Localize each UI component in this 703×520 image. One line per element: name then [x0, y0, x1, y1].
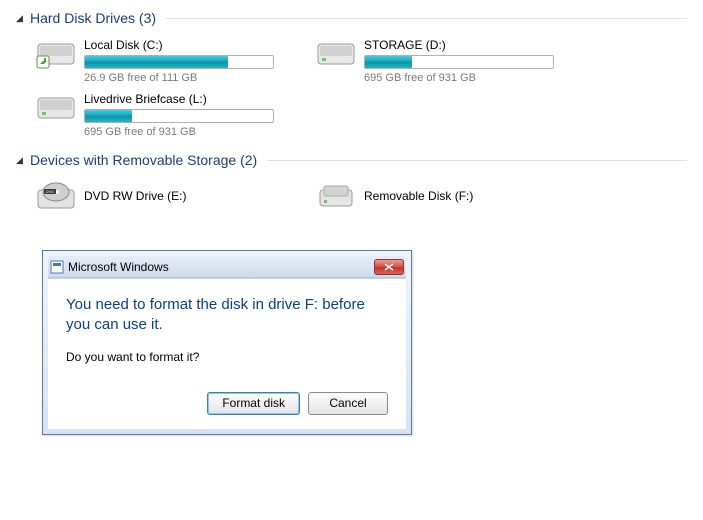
- capacity-bar: [84, 109, 274, 123]
- removable-drives-list: DVD DVD RW Drive (E:) Removable Disk (F:…: [36, 176, 687, 216]
- removable-disk-icon: [316, 180, 356, 212]
- hdd-drives-list: Local Disk (C:) 26.9 GB free of 111 GB S…: [36, 34, 687, 142]
- drive-item[interactable]: Local Disk (C:) 26.9 GB free of 111 GB: [36, 34, 286, 88]
- application-icon: [50, 260, 64, 274]
- dialog-title: Microsoft Windows: [68, 260, 374, 274]
- drive-status: 26.9 GB free of 111 GB: [84, 72, 286, 84]
- capacity-bar: [84, 55, 274, 69]
- divider: [166, 18, 687, 19]
- drive-item[interactable]: DVD DVD RW Drive (E:): [36, 176, 286, 216]
- drive-label: DVD RW Drive (E:): [84, 180, 286, 212]
- cancel-button[interactable]: Cancel: [308, 392, 388, 415]
- drive-status: 695 GB free of 931 GB: [84, 126, 286, 138]
- drive-label: Removable Disk (F:): [364, 180, 566, 212]
- capacity-bar: [364, 55, 554, 69]
- drive-item[interactable]: Removable Disk (F:): [316, 176, 566, 216]
- hard-disk-icon: [316, 38, 356, 70]
- dialog-heading: You need to format the disk in drive F: …: [66, 295, 388, 336]
- dialog-question: Do you want to format it?: [66, 350, 388, 364]
- close-icon: [384, 263, 394, 271]
- hard-disk-icon: [36, 92, 76, 124]
- hard-disk-icon: [36, 38, 76, 70]
- section-title: Hard Disk Drives (3): [30, 10, 156, 26]
- section-removable-header[interactable]: ◢ Devices with Removable Storage (2): [16, 152, 687, 168]
- drive-status: 695 GB free of 931 GB: [364, 72, 566, 84]
- format-disk-dialog: Microsoft Windows You need to format the…: [42, 250, 412, 435]
- drive-item[interactable]: Livedrive Briefcase (L:) 695 GB free of …: [36, 88, 286, 142]
- drive-label: STORAGE (D:): [364, 38, 566, 52]
- dialog-titlebar[interactable]: Microsoft Windows: [48, 256, 406, 278]
- collapse-arrow-icon: ◢: [16, 13, 26, 24]
- format-disk-button[interactable]: Format disk: [207, 392, 300, 415]
- drive-label: Local Disk (C:): [84, 38, 286, 52]
- dialog-button-row: Format disk Cancel: [66, 392, 388, 415]
- section-hdd-header[interactable]: ◢ Hard Disk Drives (3): [16, 10, 687, 26]
- dialog-body: You need to format the disk in drive F: …: [48, 278, 406, 429]
- section-title: Devices with Removable Storage (2): [30, 152, 257, 168]
- divider: [267, 160, 687, 161]
- collapse-arrow-icon: ◢: [16, 155, 26, 166]
- drive-item[interactable]: STORAGE (D:) 695 GB free of 931 GB: [316, 34, 566, 88]
- svg-text:DVD: DVD: [46, 189, 55, 194]
- drive-label: Livedrive Briefcase (L:): [84, 92, 286, 106]
- close-button[interactable]: [374, 259, 404, 275]
- dvd-drive-icon: DVD: [36, 180, 76, 212]
